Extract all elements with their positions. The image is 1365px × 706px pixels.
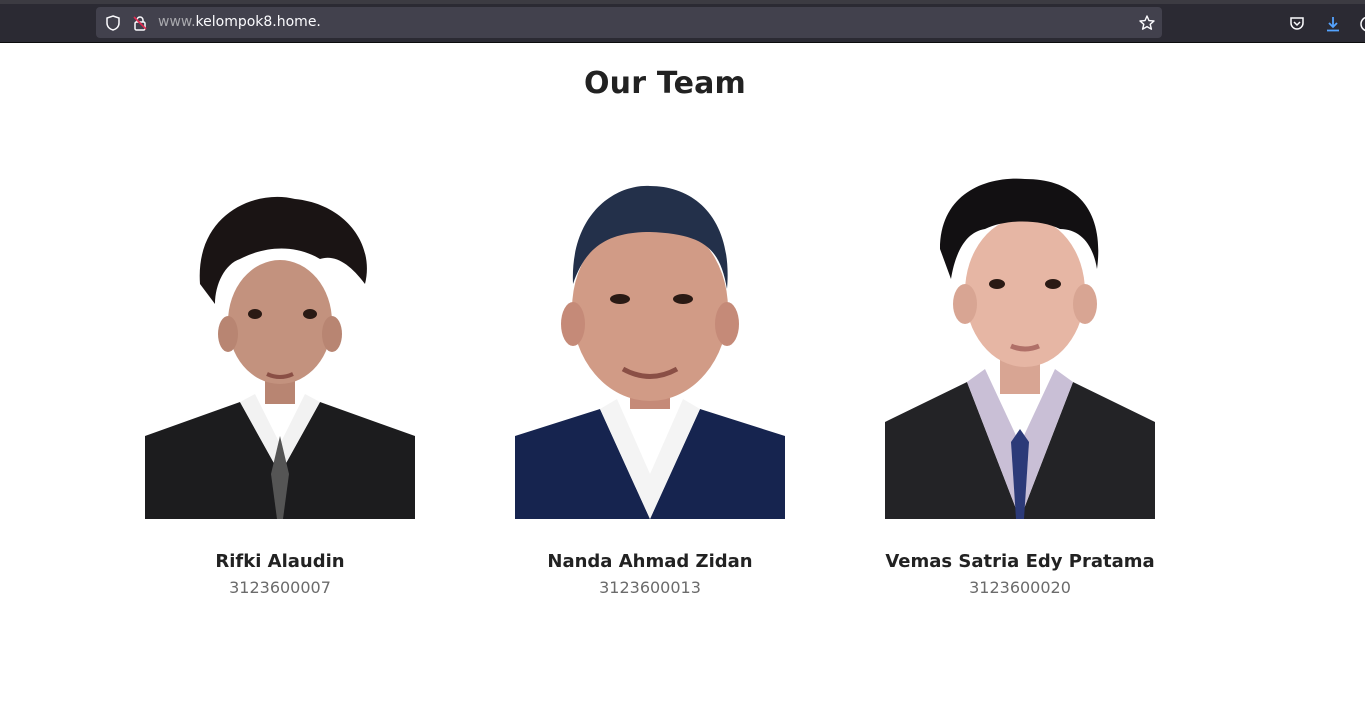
pocket-icon[interactable] bbox=[1288, 15, 1306, 33]
shield-icon[interactable] bbox=[104, 14, 122, 32]
team-member-card: Rifki Alaudin 3123600007 bbox=[145, 174, 415, 597]
member-id: 3123600013 bbox=[599, 578, 701, 597]
team-member-card: Vemas Satria Edy Pratama 3123600020 bbox=[885, 174, 1155, 597]
member-id: 3123600020 bbox=[969, 578, 1071, 597]
star-icon[interactable] bbox=[1138, 14, 1156, 32]
account-icon[interactable] bbox=[1359, 15, 1365, 33]
member-id: 3123600007 bbox=[229, 578, 331, 597]
url-domain: kelompok8.home. bbox=[195, 14, 321, 30]
address-bar[interactable]: www.kelompok8.home. bbox=[96, 7, 1162, 38]
url-text[interactable]: www.kelompok8.home. bbox=[158, 13, 321, 31]
browser-toolbar: www.kelompok8.home. bbox=[0, 0, 1365, 43]
lock-icon[interactable] bbox=[131, 14, 149, 32]
member-photo bbox=[885, 174, 1155, 519]
member-photo bbox=[515, 174, 785, 519]
team-member-card: Nanda Ahmad Zidan 3123600013 bbox=[515, 174, 785, 597]
member-name: Vemas Satria Edy Pratama bbox=[885, 551, 1155, 572]
member-photo bbox=[145, 174, 415, 519]
member-name: Nanda Ahmad Zidan bbox=[547, 551, 753, 572]
url-prefix: www. bbox=[158, 14, 196, 30]
download-icon[interactable] bbox=[1324, 15, 1342, 33]
page-title: Our Team bbox=[583, 66, 747, 101]
member-name: Rifki Alaudin bbox=[215, 551, 345, 572]
